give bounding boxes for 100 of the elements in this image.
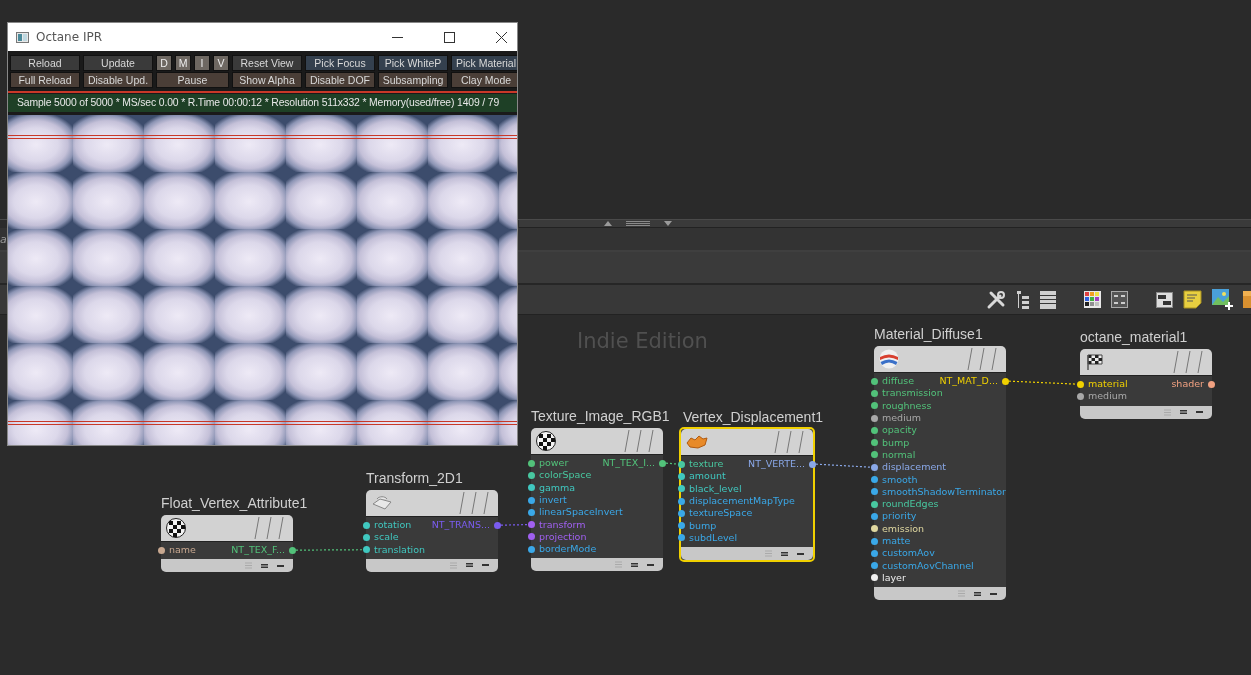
input-port-dot[interactable] (678, 534, 685, 542)
input-port-dot[interactable] (871, 402, 878, 410)
input-port-dot[interactable] (1077, 392, 1084, 400)
collapse-icon[interactable] (647, 563, 654, 566)
input-port-dot[interactable] (678, 522, 685, 530)
up-arrow-icon[interactable] (604, 221, 612, 226)
toolbar-button[interactable]: Reload (10, 55, 80, 71)
port-label: subdLevel (689, 531, 738, 544)
input-port-dot[interactable] (678, 509, 685, 517)
collapse-icon[interactable] (482, 564, 489, 567)
output-port-dot[interactable] (494, 521, 501, 529)
input-port-dot[interactable] (871, 525, 878, 533)
collapse-icon[interactable] (1196, 411, 1203, 414)
output-port-dot[interactable] (1208, 380, 1215, 388)
image-add-icon[interactable] (1212, 289, 1233, 310)
input-port-dot[interactable] (871, 488, 878, 496)
port-label: material (1088, 378, 1128, 391)
node-card[interactable]: texture NT_VERTE... amount black_level displacementMapType textureSpace bump subdLevel (679, 427, 815, 563)
collapse-icon[interactable] (990, 592, 997, 595)
input-port-dot[interactable] (678, 472, 685, 480)
node-card[interactable]: material shader medium (1080, 349, 1212, 419)
equals-icon[interactable] (466, 563, 473, 568)
toolbar-button[interactable]: Pause (156, 72, 229, 88)
output-port-dot[interactable] (289, 546, 296, 554)
input-port-dot[interactable] (871, 389, 878, 397)
equals-icon[interactable] (1180, 410, 1187, 415)
port-label: texture (689, 458, 724, 471)
input-port-dot[interactable] (1077, 380, 1084, 388)
toolbar-button[interactable]: Show Alpha (232, 72, 302, 88)
input-port-dot[interactable] (363, 546, 370, 554)
toolbar-button[interactable]: Pick Focus (305, 55, 375, 71)
output-port-dot[interactable] (1002, 377, 1009, 385)
input-port-dot[interactable] (528, 521, 535, 529)
maximize-icon[interactable] (444, 31, 455, 43)
grid-icon[interactable] (1111, 291, 1128, 308)
input-port-dot[interactable] (871, 574, 878, 582)
input-port-dot[interactable] (871, 512, 878, 520)
color-grid-icon[interactable] (1084, 291, 1101, 308)
input-port-dot[interactable] (871, 476, 878, 483)
input-port-dot[interactable] (871, 439, 878, 447)
equals-icon[interactable] (974, 591, 981, 596)
equals-icon[interactable] (261, 563, 268, 568)
input-port-dot[interactable] (678, 497, 685, 505)
input-port-dot[interactable] (528, 508, 535, 516)
input-port-dot[interactable] (678, 460, 685, 468)
node-card[interactable]: name NT_TEX_F... (161, 515, 293, 573)
output-port-dot[interactable] (659, 459, 666, 467)
input-port-dot[interactable] (528, 533, 535, 541)
list-icon[interactable] (1040, 290, 1056, 309)
toolbar-button[interactable]: Clay Mode (451, 72, 517, 88)
input-port-dot[interactable] (528, 459, 535, 467)
tree-list-icon[interactable] (1016, 290, 1030, 309)
input-port-dot[interactable] (871, 562, 878, 570)
checker-ball-icon (536, 431, 556, 451)
input-port-dot[interactable] (528, 471, 535, 479)
toolbar-button[interactable]: V (213, 55, 229, 71)
node-card[interactable]: power NT_TEX_I... colorSpace gamma invert linearSpaceInvert transform projection borderMode (531, 428, 663, 572)
close-icon[interactable] (496, 31, 507, 43)
node-card[interactable]: diffuse NT_MAT_D... transmission roughness medium opacity bump normal displacement smooth smoothShadowTerminator roundEdges priority emission matte customAov customAovChannel layer (874, 346, 1006, 601)
input-port-dot[interactable] (363, 533, 370, 541)
tools-icon[interactable] (986, 289, 1006, 310)
input-port-dot[interactable] (871, 414, 878, 422)
node-card[interactable]: rotation NT_TRANS... scale translation (366, 490, 498, 572)
input-port-dot[interactable] (871, 537, 878, 545)
layout-icon[interactable] (1156, 291, 1173, 308)
toolbar-button[interactable]: Disable Upd. (83, 72, 153, 88)
toolbar-button[interactable]: M (175, 55, 191, 71)
slash-marks-icon (458, 491, 492, 515)
equals-icon[interactable] (781, 551, 788, 556)
input-port-dot[interactable] (871, 549, 878, 557)
sticky-note-icon[interactable] (1183, 290, 1202, 309)
input-port-dot[interactable] (158, 546, 165, 554)
input-port-dot[interactable] (871, 500, 878, 508)
input-port-dot[interactable] (528, 545, 535, 553)
toolbar-button[interactable]: Full Reload (10, 72, 80, 88)
input-port-dot[interactable] (363, 521, 370, 529)
input-port-dot[interactable] (871, 463, 878, 471)
grip-icon[interactable] (626, 221, 650, 226)
input-port-dot[interactable] (871, 377, 878, 385)
down-arrow-icon[interactable] (664, 221, 672, 226)
equals-icon[interactable] (631, 562, 638, 567)
collapse-icon[interactable] (797, 552, 804, 555)
toolbar-button[interactable]: Update (83, 55, 153, 71)
toolbar-button[interactable]: Pick WhiteP (378, 55, 448, 71)
toolbar-button[interactable]: Reset View (232, 55, 302, 71)
input-port-dot[interactable] (678, 485, 685, 493)
input-port-dot[interactable] (871, 426, 878, 434)
input-port-dot[interactable] (528, 484, 535, 492)
output-port-dot[interactable] (809, 460, 816, 468)
port-label: transmission (882, 387, 943, 400)
port-label: rotation (374, 519, 412, 532)
toolbar-button[interactable]: D (156, 55, 172, 71)
toolbar-button[interactable]: I (194, 55, 210, 71)
toolbar-button[interactable]: Subsampling (378, 72, 448, 88)
input-port-dot[interactable] (871, 451, 878, 459)
input-port-dot[interactable] (528, 496, 535, 504)
port-label: invert (539, 494, 567, 507)
toolbar-button[interactable]: Disable DOF (305, 72, 375, 88)
collapse-icon[interactable] (277, 564, 284, 567)
toolbar-button[interactable]: Pick Material (451, 55, 517, 71)
